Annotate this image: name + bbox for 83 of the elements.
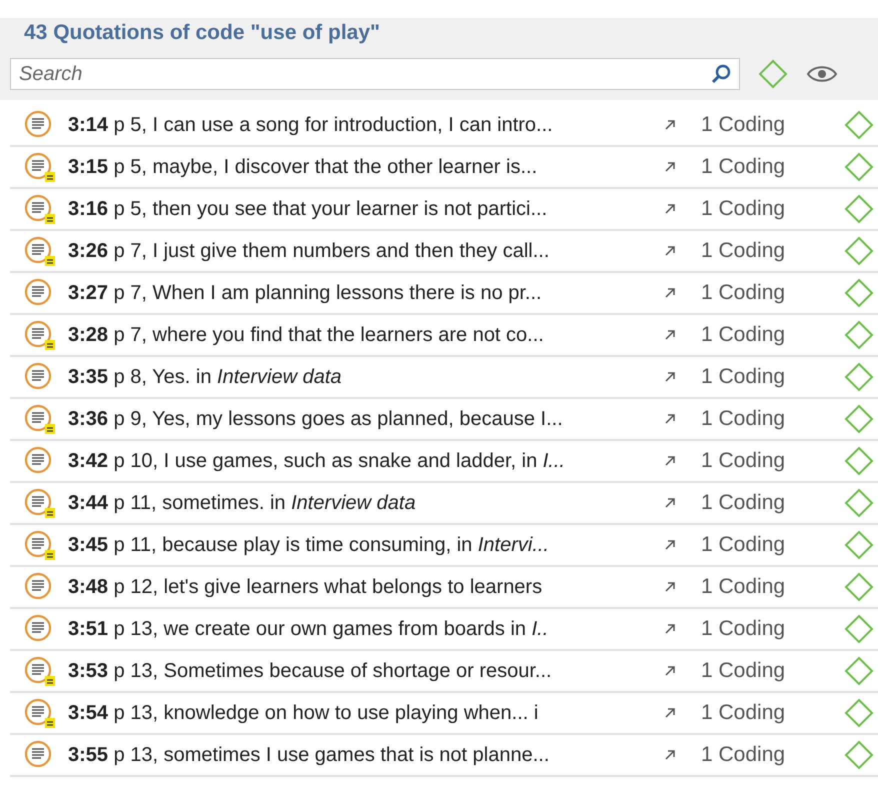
arrow-icon[interactable]	[663, 160, 677, 174]
arrow-icon[interactable]	[663, 622, 677, 636]
quotation-text: 3:16 p 5, then you see that your learner is not partici...	[68, 198, 548, 220]
diamond-icon	[844, 278, 874, 308]
coding-count: 1 Coding	[701, 490, 786, 516]
quotation-text: 3:27 p 7, When I am planning lessons there is no pr...	[68, 282, 542, 304]
arrow-icon[interactable]	[663, 748, 677, 762]
arrow-icon[interactable]	[663, 664, 677, 678]
quotation-row[interactable]: 3:26 p 7, I just give them numbers and then they call... 1 Coding	[10, 231, 878, 273]
diamond-icon	[844, 572, 874, 602]
quotation-row[interactable]: 3:16 p 5, then you see that your learner is not partici... 1 Coding	[10, 189, 878, 231]
quotation-row[interactable]: 3:27 p 7, When I am planning lessons there is no pr... 1 Coding	[10, 273, 878, 315]
quotation-row[interactable]: 3:36 p 9, Yes, my lessons goes as planned, because I... 1 Coding	[10, 399, 878, 441]
diamond-icon	[844, 152, 874, 182]
coding-count: 1 Coding	[701, 154, 786, 180]
panel-title: 43 Quotations of code "use of play"	[24, 20, 380, 46]
quotation-text: 3:48 p 12, let's give learners what belongs to learners	[68, 576, 542, 598]
arrow-icon[interactable]	[663, 538, 677, 552]
coding-count: 1 Coding	[701, 616, 786, 642]
quotation-text: 3:35 p 8, Yes. in Interview data	[68, 366, 342, 388]
coding-count: 1 Coding	[701, 238, 786, 264]
arrow-icon[interactable]	[663, 244, 677, 258]
diamond-icon	[844, 194, 874, 224]
arrow-icon[interactable]	[663, 496, 677, 510]
diamond-icon	[844, 656, 874, 686]
search-field[interactable]: Search	[10, 58, 740, 90]
quotation-row[interactable]: 3:44 p 11, sometimes. in Interview data 1 Coding	[10, 483, 878, 525]
quotation-text: 3:45 p 11, because play is time consuming, in Intervi...	[68, 534, 549, 556]
coding-count: 1 Coding	[701, 658, 786, 684]
arrow-icon[interactable]	[663, 580, 677, 594]
quotation-row[interactable]: 3:55 p 13, sometimes I use games that is not planne... 1 Coding	[10, 735, 878, 777]
arrow-icon[interactable]	[663, 706, 677, 720]
coding-count: 1 Coding	[701, 112, 786, 138]
quotation-row[interactable]: 3:14 p 5, I can use a song for introduction, I can intro... 1 Coding	[10, 105, 878, 147]
quotation-row[interactable]: 3:53 p 13, Sometimes because of shortage or resour... 1 Coding	[10, 651, 878, 693]
coding-count: 1 Coding	[701, 448, 786, 474]
quotation-text: 3:53 p 13, Sometimes because of shortage or resour...	[68, 660, 552, 682]
quotation-row[interactable]: 3:54 p 13, knowledge on how to use playing when... i 1 Coding	[10, 693, 878, 735]
quotation-row[interactable]: 3:42 p 10, I use games, such as snake and ladder, in I... 1 Coding	[10, 441, 878, 483]
quotation-row[interactable]: 3:28 p 7, where you find that the learners are not co... 1 Coding	[10, 315, 878, 357]
diamond-icon	[844, 362, 874, 392]
arrow-icon[interactable]	[663, 202, 677, 216]
coding-count: 1 Coding	[701, 364, 786, 390]
arrow-icon[interactable]	[663, 412, 677, 426]
coding-count: 1 Coding	[701, 280, 786, 306]
quotation-row[interactable]: 3:51 p 13, we create our own games from boards in I.. 1 Coding	[10, 609, 878, 651]
diamond-icon	[844, 404, 874, 434]
quotation-text: 3:55 p 13, sometimes I use games that is not planne...	[68, 744, 550, 766]
diamond-icon	[844, 236, 874, 266]
search-icon[interactable]	[710, 63, 732, 85]
quotation-text: 3:44 p 11, sometimes. in Interview data	[68, 492, 416, 514]
coding-count: 1 Coding	[701, 406, 786, 432]
diamond-icon	[844, 530, 874, 560]
quotation-text: 3:54 p 13, knowledge on how to use playing when... i	[68, 702, 538, 724]
quotation-text: 3:15 p 5, maybe, I discover that the other learner is...	[68, 156, 538, 178]
coding-count: 1 Coding	[701, 322, 786, 348]
quotation-row[interactable]: 3:48 p 12, let's give learners what belongs to learners 1 Coding	[10, 567, 878, 609]
quotation-text: 3:51 p 13, we create our own games from boards in I..	[68, 618, 548, 640]
quotation-row[interactable]: 3:45 p 11, because play is time consuming, in Intervi... 1 Coding	[10, 525, 878, 567]
arrow-icon[interactable]	[663, 286, 677, 300]
coding-count: 1 Coding	[701, 532, 786, 558]
quotation-text: 3:36 p 9, Yes, my lessons goes as planned, because I...	[68, 408, 563, 430]
quotation-text: 3:26 p 7, I just give them numbers and then they call...	[68, 240, 550, 262]
diamond-icon	[844, 698, 874, 728]
quotation-text: 3:28 p 7, where you find that the learners are not co...	[68, 324, 544, 346]
quotation-row[interactable]: 3:35 p 8, Yes. in Interview data 1 Coding	[10, 357, 878, 399]
coding-count: 1 Coding	[701, 700, 786, 726]
arrow-icon[interactable]	[663, 328, 677, 342]
coding-count: 1 Coding	[701, 742, 786, 768]
quotation-row[interactable]: 3:15 p 5, maybe, I discover that the other learner is... 1 Coding	[10, 147, 878, 189]
diamond-icon	[844, 110, 874, 140]
diamond-icon	[844, 446, 874, 476]
quotation-text: 3:14 p 5, I can use a song for introduction, I can intro...	[68, 114, 553, 136]
arrow-icon[interactable]	[663, 454, 677, 468]
diamond-icon	[844, 614, 874, 644]
diamond-icon	[844, 740, 874, 770]
arrow-icon[interactable]	[663, 370, 677, 384]
diamond-icon	[844, 488, 874, 518]
arrow-icon[interactable]	[663, 118, 677, 132]
coding-count: 1 Coding	[701, 574, 786, 600]
quotation-text: 3:42 p 10, I use games, such as snake and ladder, in I...	[68, 450, 565, 472]
coding-count: 1 Coding	[701, 196, 786, 222]
diamond-icon	[844, 320, 874, 350]
